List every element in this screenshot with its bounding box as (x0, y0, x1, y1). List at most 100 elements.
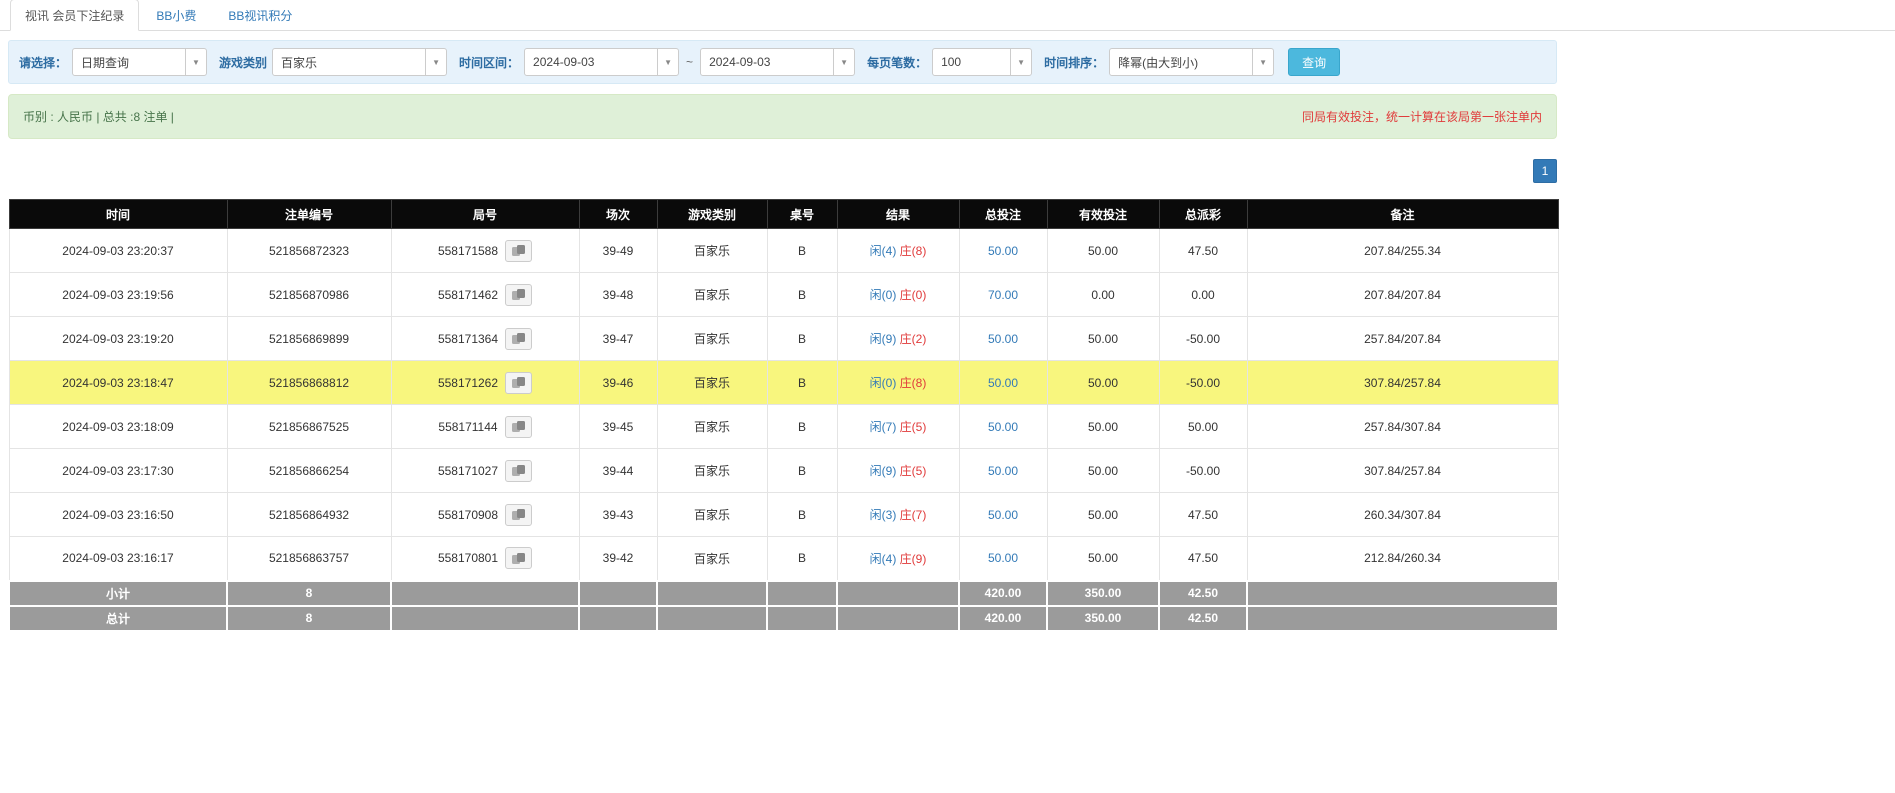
notice-text: 同局有效投注，统一计算在该局第一张注单内 (1302, 108, 1542, 125)
cell-game-type: 百家乐 (657, 229, 767, 273)
total-bet-link[interactable]: 50.00 (988, 420, 1018, 434)
summary-count: 8 (227, 581, 391, 606)
cell-total-bet: 50.00 (959, 229, 1047, 273)
cell-total-bet: 50.00 (959, 493, 1047, 537)
cell-game-type: 百家乐 (657, 361, 767, 405)
total-bet-link[interactable]: 50.00 (988, 332, 1018, 346)
cell-bet-id: 521856870986 (227, 273, 391, 317)
cell-payout: -50.00 (1159, 361, 1247, 405)
sort-order-value: 降幂(由大到小) (1110, 54, 1252, 71)
cell-bet-id: 521856867525 (227, 405, 391, 449)
summary-count: 8 (227, 606, 391, 631)
tab-video-bet-records[interactable]: 视讯 会员下注纪录 (10, 0, 139, 31)
page-button-1[interactable]: 1 (1533, 159, 1557, 183)
cell-time: 2024-09-03 23:19:56 (9, 273, 227, 317)
summary-empty-cell (837, 606, 959, 631)
cell-note: 257.84/307.84 (1247, 405, 1558, 449)
player-result: 闲(0) (870, 376, 897, 390)
table-row: 2024-09-03 23:19:56521856870986 558171462… (9, 273, 1558, 317)
cell-note: 207.84/207.84 (1247, 273, 1558, 317)
round-result-button[interactable] (505, 284, 532, 306)
cell-payout: 47.50 (1159, 229, 1247, 273)
round-result-button[interactable] (505, 416, 532, 438)
cell-bet-id: 521856866254 (227, 449, 391, 493)
cell-session: 39-48 (579, 273, 657, 317)
column-header: 局号 (391, 200, 579, 229)
cell-round-id: 558171262 (391, 361, 579, 405)
player-result: 闲(3) (870, 508, 897, 522)
cell-table-no: B (767, 317, 837, 361)
column-header: 场次 (579, 200, 657, 229)
roadmap-icon (511, 420, 526, 433)
cell-result: 闲(0) 庄(0) (837, 273, 959, 317)
cell-valid-bet: 50.00 (1047, 405, 1159, 449)
player-result: 闲(4) (870, 552, 897, 566)
roadmap-icon (511, 508, 526, 521)
round-id-group: 558171462 (438, 284, 532, 306)
cell-round-id: 558171588 (391, 229, 579, 273)
cell-total-bet: 50.00 (959, 405, 1047, 449)
query-button[interactable]: 查询 (1288, 48, 1340, 76)
cell-note: 260.34/307.84 (1247, 493, 1558, 537)
summary-empty-cell (767, 581, 837, 606)
summary-label: 总计 (9, 606, 227, 631)
cell-game-type: 百家乐 (657, 317, 767, 361)
total-bet-link[interactable]: 50.00 (988, 376, 1018, 390)
cell-total-bet: 50.00 (959, 317, 1047, 361)
roadmap-icon (511, 244, 526, 257)
round-result-button[interactable] (505, 547, 532, 569)
roadmap-icon (511, 464, 526, 477)
summary-total-bet: 420.00 (959, 581, 1047, 606)
date-to-select[interactable]: 2024-09-03 ▼ (700, 48, 855, 76)
game-type-select[interactable]: 百家乐 ▼ (272, 48, 447, 76)
cell-time: 2024-09-03 23:20:37 (9, 229, 227, 273)
cell-total-bet: 50.00 (959, 449, 1047, 493)
cell-payout: 47.50 (1159, 537, 1247, 581)
date-to-value: 2024-09-03 (701, 55, 833, 69)
total-bet-link[interactable]: 70.00 (988, 288, 1018, 302)
per-page-select[interactable]: 100 ▼ (932, 48, 1032, 76)
cell-bet-id: 521856872323 (227, 229, 391, 273)
query-type-select[interactable]: 日期查询 ▼ (72, 48, 207, 76)
round-result-button[interactable] (505, 240, 532, 262)
round-id-group: 558171144 (438, 416, 531, 438)
cell-result: 闲(9) 庄(5) (837, 449, 959, 493)
round-id-text: 558171027 (438, 464, 498, 478)
table-row: 2024-09-03 23:19:20521856869899558171364… (9, 317, 1558, 361)
banker-result: 庄(5) (900, 420, 927, 434)
table-body: 2024-09-03 23:20:37521856872323 558171588… (9, 229, 1558, 581)
cell-total-bet: 50.00 (959, 361, 1047, 405)
total-bet-link[interactable]: 50.00 (988, 551, 1018, 565)
roadmap-icon (511, 332, 526, 345)
round-result-button[interactable] (505, 328, 532, 350)
cell-round-id: 558171144 (391, 405, 579, 449)
query-type-label: 请选择： (19, 54, 67, 71)
total-bet-link[interactable]: 50.00 (988, 464, 1018, 478)
cell-time: 2024-09-03 23:16:17 (9, 537, 227, 581)
player-result: 闲(9) (870, 332, 897, 346)
tab-bb-tips[interactable]: BB小费 (141, 0, 211, 31)
cell-session: 39-49 (579, 229, 657, 273)
range-separator: ~ (684, 55, 695, 69)
game-type-value: 百家乐 (273, 54, 425, 71)
banker-result: 庄(8) (900, 244, 927, 258)
tab-bb-video-points[interactable]: BB视讯积分 (213, 0, 307, 31)
date-from-select[interactable]: 2024-09-03 ▼ (524, 48, 679, 76)
cell-note: 307.84/257.84 (1247, 449, 1558, 493)
column-header: 总派彩 (1159, 200, 1247, 229)
round-id-text: 558171262 (438, 376, 498, 390)
round-result-button[interactable] (505, 460, 532, 482)
total-bet-link[interactable]: 50.00 (988, 508, 1018, 522)
cell-table-no: B (767, 405, 837, 449)
roadmap-icon (511, 288, 526, 301)
total-bet-link[interactable]: 50.00 (988, 244, 1018, 258)
round-result-button[interactable] (505, 372, 532, 394)
summary-empty-cell (767, 606, 837, 631)
round-id-text: 558171588 (438, 244, 498, 258)
round-id-group: 558170908 (438, 504, 532, 526)
summary-empty-cell (837, 581, 959, 606)
round-id-group: 558171588 (438, 240, 532, 262)
summary-valid-bet: 350.00 (1047, 581, 1159, 606)
round-result-button[interactable] (505, 504, 532, 526)
sort-order-select[interactable]: 降幂(由大到小) ▼ (1109, 48, 1274, 76)
